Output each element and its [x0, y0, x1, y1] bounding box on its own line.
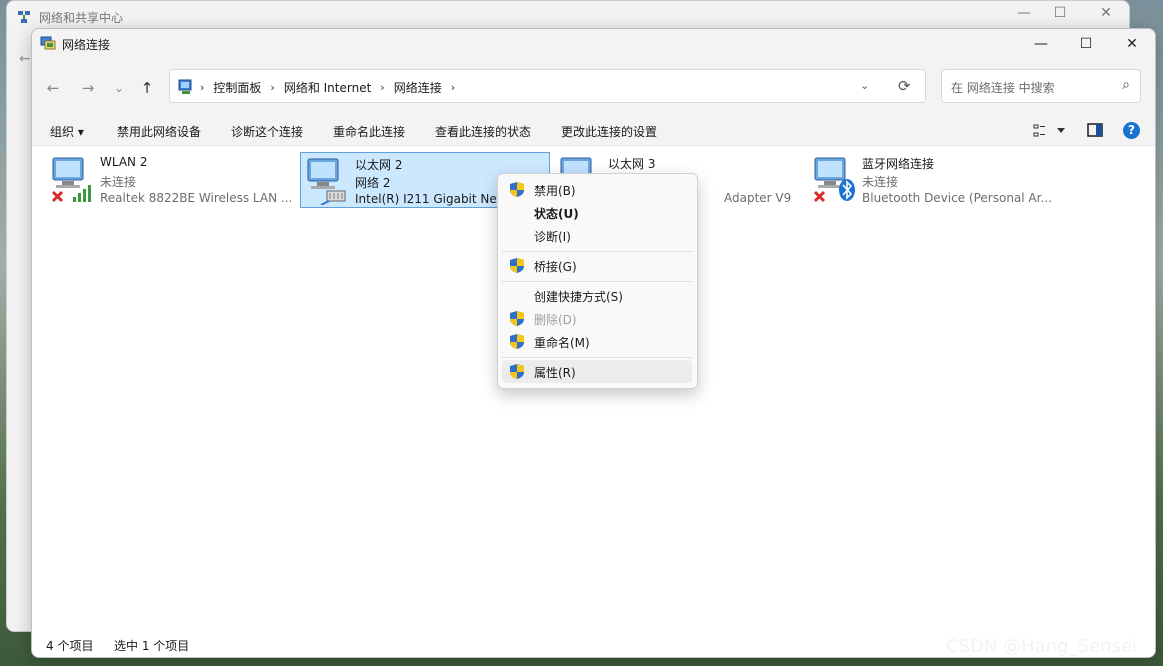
help-icon[interactable]: ? [1123, 122, 1140, 139]
menu-item-diagnose[interactable]: 诊断(I) [502, 224, 692, 247]
connection-item-wlan2[interactable]: WLAN 2 未连接 Realtek 8822BE Wireless LAN .… [46, 152, 296, 208]
menu-item-rename[interactable]: 重命名(M) [502, 330, 692, 353]
menu-item-status[interactable]: 状态(U) [502, 201, 692, 224]
maximize-button[interactable]: ☐ [1063, 29, 1109, 59]
menu-item-delete: 删除(D) [502, 307, 692, 330]
menu-item-disable[interactable]: 禁用(B) [502, 178, 692, 201]
search-box[interactable]: 在 网络连接 中搜索 ⌕ [941, 69, 1141, 103]
forward-button[interactable]: → [75, 77, 101, 99]
preview-pane-icon[interactable] [1087, 123, 1103, 137]
change-settings-button[interactable]: 更改此连接的设置 [561, 123, 657, 140]
control-panel-icon [178, 79, 192, 94]
breadcrumb-chevron-icon[interactable]: › [380, 81, 384, 94]
close-button[interactable]: ✕ [1109, 29, 1155, 59]
connection-device: Adapter V9 [724, 191, 792, 205]
uac-shield-icon [510, 258, 524, 273]
diagnose-connection-button[interactable]: 诊断这个连接 [231, 123, 303, 140]
title-bar: 网络连接 — ☐ ✕ [32, 29, 1155, 59]
navigation-bar: ← → ⌄ ↑ › 控制面板 › 网络和 Internet › 网络连接 › ⌄… [32, 59, 1155, 117]
breadcrumb-control-panel[interactable]: 控制面板 [213, 79, 261, 96]
view-status-button[interactable]: 查看此连接的状态 [435, 123, 531, 140]
up-button[interactable]: ↑ [134, 77, 160, 99]
menu-item-label: 禁用(B) [534, 184, 576, 198]
breadcrumb-chevron-icon[interactable]: › [451, 81, 455, 94]
rename-connection-button[interactable]: 重命名此连接 [333, 123, 405, 140]
menu-item-label: 桥接(G) [534, 260, 577, 274]
background-window-title: 网络和共享中心 [17, 7, 123, 27]
breadcrumb-network-connections[interactable]: 网络连接 [394, 79, 442, 96]
menu-item-label: 创建快捷方式(S) [534, 290, 623, 304]
watermark: CSDN @Hang_Sensei [946, 636, 1137, 657]
breadcrumb: › 控制面板 › 网络和 Internet › 网络连接 › [200, 79, 464, 96]
menu-separator [502, 251, 692, 252]
menu-separator [502, 281, 692, 282]
uac-shield-icon [510, 311, 524, 326]
connection-item-bluetooth[interactable]: 蓝牙网络连接 未连接 Bluetooth Device (Personal Ar… [808, 152, 1058, 208]
search-placeholder: 在 网络连接 中搜索 [951, 81, 1055, 95]
network-center-icon [18, 11, 30, 23]
minimize-button[interactable]: — [1018, 29, 1064, 59]
connection-status: 未连接 [100, 175, 137, 189]
view-dropdown-icon[interactable] [1056, 126, 1066, 134]
search-icon[interactable]: ⌕ [1122, 77, 1130, 93]
address-dropdown-chevron-icon[interactable]: ⌄ [860, 79, 869, 92]
menu-item-label: 诊断(I) [534, 230, 571, 244]
background-maximize-button[interactable]: ☐ [1037, 5, 1083, 21]
ethernet-adapter-icon [307, 158, 346, 205]
window-title: 网络连接 [62, 38, 111, 52]
bluetooth-adapter-icon [813, 157, 855, 203]
menu-item-properties[interactable]: 属性(R) [502, 360, 692, 383]
connection-name: 以太网 2 [355, 158, 403, 172]
connection-status: 未连接 [862, 175, 899, 189]
back-button[interactable]: ← [40, 77, 66, 99]
item-count: 4 个项目 [46, 639, 94, 653]
menu-separator [502, 357, 692, 358]
disable-device-button[interactable]: 禁用此网络设备 [117, 123, 201, 140]
menu-item-label: 属性(R) [534, 366, 576, 380]
command-bar: 组织 ▾ 禁用此网络设备 诊断这个连接 重命名此连接 查看此连接的状态 更改此连… [32, 117, 1155, 146]
breadcrumb-network-internet[interactable]: 网络和 Internet [284, 79, 371, 96]
connection-status: 网络 2 [355, 176, 391, 190]
background-back-arrow-icon[interactable]: ← [19, 51, 31, 67]
menu-item-bridge[interactable]: 桥接(G) [502, 254, 692, 277]
breadcrumb-chevron-icon[interactable]: › [270, 81, 274, 94]
connection-name: 以太网 3 [608, 157, 656, 171]
uac-shield-icon [510, 334, 524, 349]
network-connections-icon [40, 36, 56, 50]
address-bar[interactable]: › 控制面板 › 网络和 Internet › 网络连接 › ⌄ ⟳ [169, 69, 926, 103]
selected-count: 选中 1 个项目 [114, 639, 190, 653]
uac-shield-icon [510, 364, 524, 379]
view-options-icon[interactable] [1033, 124, 1047, 138]
breadcrumb-chevron-icon: › [200, 81, 205, 94]
background-close-button[interactable]: ✕ [1083, 5, 1129, 21]
organize-menu-button[interactable]: 组织 ▾ [50, 123, 84, 140]
menu-item-label: 删除(D) [534, 313, 577, 327]
refresh-icon[interactable]: ⟳ [898, 77, 911, 95]
connection-device: Intel(R) I211 Gigabit Net [355, 192, 502, 206]
connection-name: 蓝牙网络连接 [862, 157, 935, 171]
wireless-adapter-icon [51, 157, 91, 203]
menu-item-label: 重命名(M) [534, 336, 590, 350]
context-menu: 禁用(B) 状态(U) 诊断(I) 桥接(G) 创建快捷方式(S) 删除(D) … [497, 173, 698, 389]
menu-item-label: 状态(U) [534, 207, 579, 221]
recent-locations-button[interactable]: ⌄ [106, 77, 132, 99]
connection-name: WLAN 2 [100, 155, 148, 169]
uac-shield-icon [510, 182, 524, 197]
connection-device: Bluetooth Device (Personal Ar... [862, 191, 1052, 205]
menu-item-create-shortcut[interactable]: 创建快捷方式(S) [502, 284, 692, 307]
background-window-title-text: 网络和共享中心 [39, 10, 124, 25]
connection-device: Realtek 8822BE Wireless LAN ... [100, 191, 293, 205]
